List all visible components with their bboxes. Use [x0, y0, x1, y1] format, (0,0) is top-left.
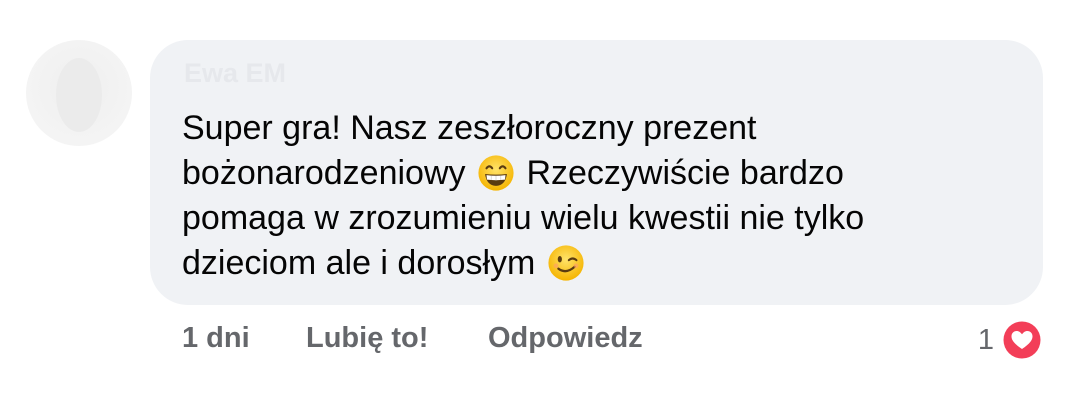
- avatar-silhouette: [56, 58, 102, 132]
- comment-line-2: bożonarodzeniowy Rzeczywiście bardzo: [182, 151, 1002, 196]
- comment-text: Super gra! Nasz zeszłoroczny prezent boż…: [182, 106, 1002, 286]
- grinning-face-emoji-icon: [477, 154, 515, 192]
- comment-line-4: dzieciom ale i dorosłym: [182, 241, 1002, 286]
- reaction-summary[interactable]: 1: [978, 318, 1044, 362]
- comment-text-segment: Rzeczywiście bardzo: [526, 154, 844, 192]
- comment-line-1: Super gra! Nasz zeszłoroczny prezent: [182, 109, 757, 147]
- reply-button[interactable]: Odpowiedz: [488, 322, 643, 355]
- avatar[interactable]: [26, 40, 132, 146]
- winking-face-emoji-icon: [547, 244, 585, 282]
- love-heart-icon: [1000, 318, 1044, 362]
- comment-author[interactable]: Ewa EM: [184, 58, 286, 89]
- comment-text-segment: bożonarodzeniowy: [182, 154, 466, 192]
- comment-text-segment: dzieciom ale i dorosłym: [182, 244, 536, 282]
- comment-timestamp[interactable]: 1 dni: [182, 322, 250, 355]
- reaction-count: 1: [977, 323, 994, 356]
- like-button[interactable]: Lubię to!: [306, 322, 428, 355]
- comment-line-3: pomaga w zrozumieniu wielu kwestii nie t…: [182, 199, 865, 237]
